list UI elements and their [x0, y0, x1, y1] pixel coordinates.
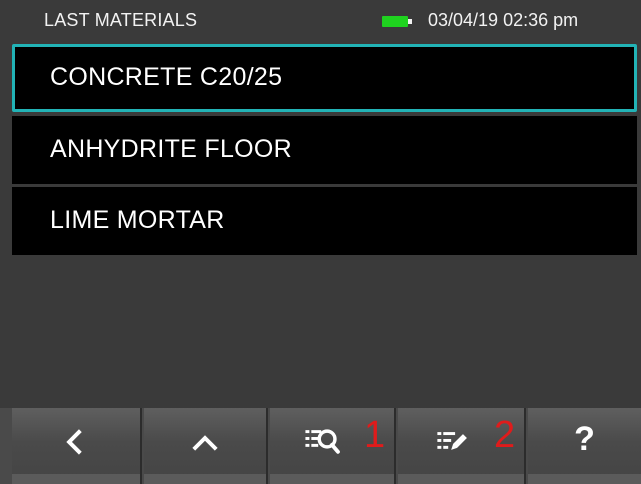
material-item-anhydrite-floor[interactable]: ANHYDRITE FLOOR	[12, 116, 637, 184]
material-item-lime-mortar[interactable]: LIME MORTAR	[12, 187, 637, 255]
chevron-up-icon	[192, 435, 218, 451]
chevron-left-icon	[66, 429, 82, 455]
battery-icon	[382, 16, 413, 27]
bottom-toolbar: 1 2 ?	[0, 408, 641, 484]
screen-title: LAST MATERIALS	[44, 10, 198, 30]
status-bar: LAST MATERIALS 03/04/19 02:36 pm	[0, 0, 641, 40]
function-number: 2	[494, 414, 516, 456]
help-button[interactable]: ?	[528, 408, 641, 484]
function-number: 1	[364, 414, 386, 456]
back-button[interactable]	[12, 408, 142, 484]
material-label: ANHYDRITE FLOOR	[50, 135, 293, 163]
list-edit-button[interactable]: 2	[398, 408, 526, 484]
material-label: LIME MORTAR	[50, 206, 225, 234]
material-label: CONCRETE C20/25	[50, 63, 283, 91]
help-icon: ?	[574, 420, 595, 458]
list-search-button[interactable]: 1	[270, 408, 396, 484]
up-button[interactable]	[144, 408, 268, 484]
material-item-concrete[interactable]: CONCRETE C20/25	[12, 44, 637, 112]
datetime: 03/04/19 02:36 pm	[428, 10, 579, 30]
